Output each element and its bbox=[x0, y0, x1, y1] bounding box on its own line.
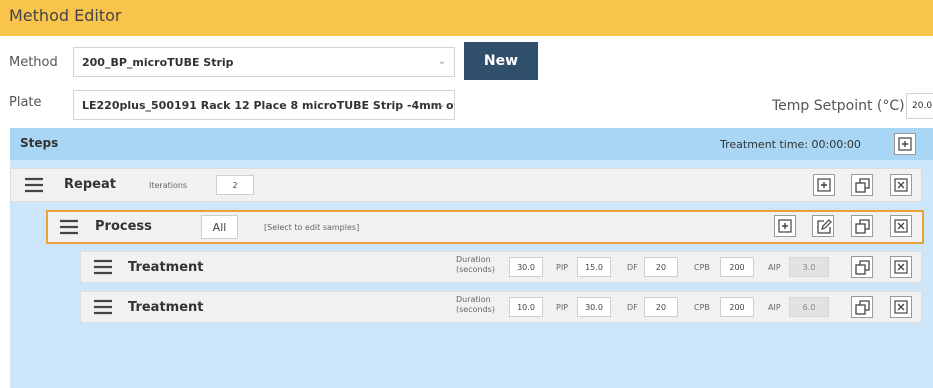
samples-hint: [Select to edit samples] bbox=[264, 223, 360, 232]
treatment-label: Treatment bbox=[128, 260, 204, 275]
duration-label: Duration (seconds) bbox=[456, 255, 495, 275]
title-bar bbox=[0, 0, 933, 36]
cpb-input[interactable]: 200 bbox=[720, 297, 754, 317]
add-step-button[interactable] bbox=[894, 133, 916, 155]
treatment-delete-button[interactable] bbox=[890, 296, 912, 318]
chevron-down-icon: ⌄ bbox=[437, 56, 446, 67]
close-icon bbox=[894, 178, 908, 192]
plus-icon bbox=[778, 219, 792, 233]
pip-label: PIP bbox=[556, 303, 569, 312]
method-select-value: 200_BP_microTUBE Strip bbox=[82, 56, 234, 69]
repeat-delete-button[interactable] bbox=[890, 174, 912, 196]
plus-icon bbox=[898, 137, 912, 151]
df-input[interactable]: 20 bbox=[644, 297, 678, 317]
hamburger-icon[interactable] bbox=[93, 298, 113, 316]
process-copy-button[interactable] bbox=[851, 215, 873, 237]
pip-input[interactable]: 30.0 bbox=[577, 297, 611, 317]
method-select[interactable]: 200_BP_microTUBE Strip ⌄ bbox=[73, 47, 455, 77]
treatment-delete-button[interactable] bbox=[890, 256, 912, 278]
process-label: Process bbox=[95, 219, 152, 234]
copy-icon bbox=[855, 219, 870, 234]
duration-label-line-1: Duration bbox=[456, 255, 491, 264]
method-label: Method bbox=[9, 55, 58, 70]
df-label: DF bbox=[627, 263, 638, 272]
window-title: Method Editor bbox=[9, 6, 122, 25]
pip-label: PIP bbox=[556, 263, 569, 272]
process-delete-button[interactable] bbox=[890, 215, 912, 237]
cpb-input[interactable]: 200 bbox=[720, 257, 754, 277]
duration-input[interactable]: 10.0 bbox=[509, 297, 543, 317]
temp-setpoint-input[interactable]: 20.0 bbox=[906, 93, 933, 119]
new-method-button[interactable]: New bbox=[464, 42, 538, 80]
treatment-label: Treatment bbox=[128, 300, 204, 315]
treatment-copy-button[interactable] bbox=[851, 296, 873, 318]
iterations-label: Iterations bbox=[149, 181, 188, 190]
duration-label-line-2: (seconds) bbox=[456, 305, 495, 314]
plate-select[interactable]: LE220plus_500191 Rack 12 Place 8 microTU… bbox=[73, 90, 455, 120]
plate-select-value: LE220plus_500191 Rack 12 Place 8 microTU… bbox=[82, 99, 455, 112]
temp-setpoint-label: Temp Setpoint (°C) bbox=[772, 98, 905, 114]
plate-label: Plate bbox=[9, 95, 42, 110]
pip-input[interactable]: 15.0 bbox=[577, 257, 611, 277]
aip-label: AIP bbox=[768, 303, 781, 312]
iterations-input[interactable]: 2 bbox=[216, 175, 254, 195]
hamburger-icon[interactable] bbox=[59, 218, 79, 236]
chevron-down-icon: ⌄ bbox=[437, 99, 446, 110]
df-label: DF bbox=[627, 303, 638, 312]
repeat-label: Repeat bbox=[64, 177, 116, 192]
hamburger-icon[interactable] bbox=[93, 258, 113, 276]
copy-icon bbox=[855, 178, 870, 193]
process-add-button[interactable] bbox=[774, 215, 796, 237]
aip-value: 6.0 bbox=[789, 297, 829, 317]
duration-label: Duration (seconds) bbox=[456, 295, 495, 315]
aip-label: AIP bbox=[768, 263, 781, 272]
treatment-copy-button[interactable] bbox=[851, 256, 873, 278]
repeat-copy-button[interactable] bbox=[851, 174, 873, 196]
cpb-label: CPB bbox=[694, 303, 710, 312]
samples-all-button[interactable]: All bbox=[201, 215, 238, 239]
plus-icon bbox=[817, 178, 831, 192]
repeat-add-button[interactable] bbox=[813, 174, 835, 196]
df-input[interactable]: 20 bbox=[644, 257, 678, 277]
hamburger-icon[interactable] bbox=[24, 176, 44, 194]
close-icon bbox=[894, 300, 908, 314]
edit-icon bbox=[817, 219, 832, 234]
copy-icon bbox=[855, 300, 870, 315]
close-icon bbox=[894, 260, 908, 274]
cpb-label: CPB bbox=[694, 263, 710, 272]
treatment-time: Treatment time: 00:00:00 bbox=[720, 138, 861, 151]
duration-label-line-2: (seconds) bbox=[456, 265, 495, 274]
repeat-row bbox=[10, 168, 922, 202]
copy-icon bbox=[855, 260, 870, 275]
duration-label-line-1: Duration bbox=[456, 295, 491, 304]
process-edit-button[interactable] bbox=[812, 215, 834, 237]
steps-title: Steps bbox=[20, 136, 59, 150]
duration-input[interactable]: 30.0 bbox=[509, 257, 543, 277]
close-icon bbox=[894, 219, 908, 233]
aip-value: 3.0 bbox=[789, 257, 829, 277]
